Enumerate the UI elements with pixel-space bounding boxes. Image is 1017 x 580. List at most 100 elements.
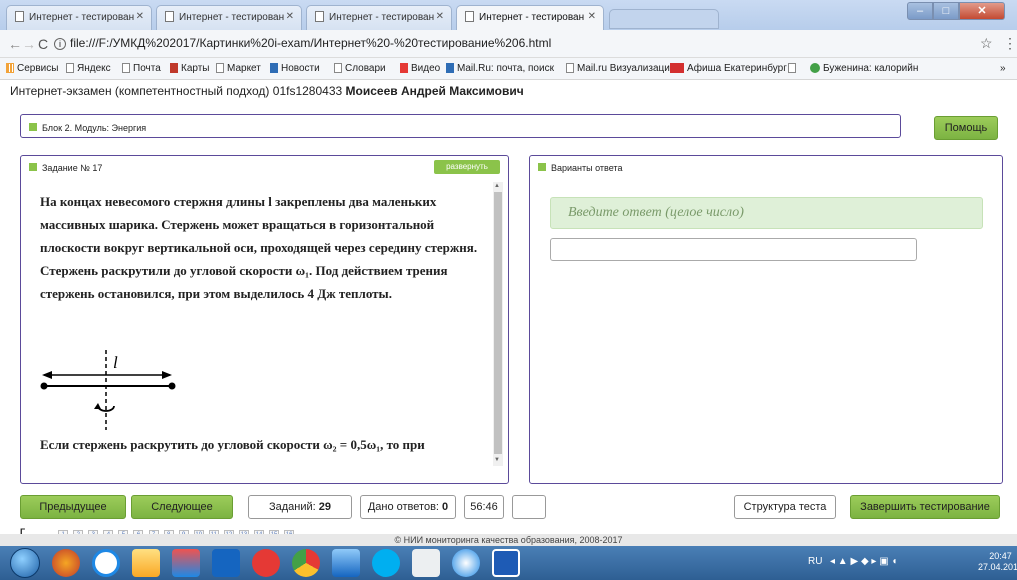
tasks-count-box: Заданий: 29 — [248, 495, 352, 519]
word-icon[interactable] — [492, 549, 520, 577]
info-icon[interactable]: i — [54, 38, 66, 50]
tray-icons[interactable]: ◂ ▲ ▶ ◆ ▸ ▣ ◖ — [830, 556, 897, 567]
file-explorer-icon[interactable] — [132, 549, 160, 577]
page-icon — [465, 11, 474, 22]
length-arrow-left-head — [42, 371, 52, 379]
start-button[interactable] — [10, 548, 40, 578]
browser-tab-4-active[interactable]: Интернет - тестирован ✕ — [456, 5, 604, 30]
green-square-icon — [29, 163, 37, 171]
bookmark-blank[interactable] — [788, 63, 799, 74]
scroll-down-icon[interactable]: ▼ — [494, 457, 500, 463]
forward-icon[interactable]: → — [22, 36, 36, 52]
tab-label: Интернет - тестирован — [29, 12, 135, 23]
menu-icon[interactable]: ⋮ — [1003, 35, 1017, 52]
clock-time: 20:47 — [989, 551, 1012, 561]
bookmark-mailru[interactable]: Mail.Ru: почта, поиск — [446, 63, 554, 74]
tasks-count-value: 29 — [318, 501, 332, 513]
more-bookmarks-icon[interactable]: » — [1000, 63, 1006, 74]
browser-tab-3[interactable]: Интернет - тестирован ✕ — [306, 5, 452, 30]
close-tab-icon[interactable]: ✕ — [436, 11, 444, 22]
help-button[interactable]: Помощь — [934, 116, 998, 140]
previous-button[interactable]: Предыдущее — [20, 495, 126, 519]
close-tab-icon[interactable]: ✕ — [286, 11, 294, 22]
bookmark-star-icon[interactable]: ☆ — [980, 35, 993, 52]
scroll-up-icon[interactable]: ▲ — [494, 183, 500, 189]
chrome-icon[interactable] — [292, 549, 320, 577]
answer-hint: Введите ответ (целое число) — [550, 197, 983, 229]
play-icon — [400, 63, 408, 73]
bookmark-news[interactable]: Новости — [270, 63, 320, 74]
blank-button[interactable] — [512, 495, 546, 519]
right-ball — [168, 382, 176, 390]
paint-icon[interactable] — [172, 549, 200, 577]
bookmark-dictionaries[interactable]: Словари — [334, 63, 386, 74]
expand-button[interactable]: развернуть — [434, 160, 500, 174]
task-text-part2: Если стержень раскрутить до угловой скор… — [40, 437, 425, 463]
green-square-icon — [29, 123, 37, 131]
left-ball — [40, 382, 48, 390]
app-icon[interactable] — [452, 549, 480, 577]
browser-tab-1[interactable]: Интернет - тестирован ✕ — [6, 5, 152, 30]
exam-header: Интернет-экзамен (компетентностный подхо… — [10, 84, 524, 98]
close-window-button[interactable]: ✕ — [959, 2, 1005, 20]
length-arrow-right-head — [162, 371, 172, 379]
rotation-arrow-head — [94, 403, 101, 409]
skype-icon[interactable] — [372, 549, 400, 577]
opera-icon[interactable] — [252, 549, 280, 577]
bookmark-market[interactable]: Маркет — [216, 63, 261, 74]
tab-label: Интернет - тестирован — [329, 12, 435, 23]
clock[interactable]: 20:47 27.04.2017 — [978, 551, 1017, 573]
next-button[interactable]: Следующее — [131, 495, 233, 519]
bookmark-mailru-visual[interactable]: Mail.ru Визуализаци — [566, 63, 670, 74]
page-icon — [315, 11, 324, 22]
close-tab-icon[interactable]: ✕ — [588, 11, 596, 22]
tab-label: Интернет - тестирован — [479, 12, 585, 23]
maximize-button[interactable]: □ — [933, 2, 959, 20]
language-indicator[interactable]: RU — [808, 556, 822, 567]
clock-date: 27.04.2017 — [978, 562, 1017, 572]
app-icon[interactable] — [332, 549, 360, 577]
block-panel: Блок 2. Модуль: Энергия — [20, 114, 901, 138]
student-name: Моисеев Андрей Максимович — [345, 84, 524, 98]
rod-diagram: l — [40, 350, 176, 430]
bookmark-afisha[interactable]: Афиша Екатеринбург — [670, 63, 787, 74]
answered-count-label: Дано ответов: — [367, 501, 439, 513]
page-icon — [216, 63, 224, 73]
task-title-row: Задание № 17 — [29, 162, 102, 174]
url-field[interactable]: i file:///F:/УМКД%202017/Картинки%20i-exa… — [54, 36, 551, 50]
bookmark-mail[interactable]: Почта — [122, 63, 161, 74]
green-square-icon — [538, 163, 546, 171]
page-icon — [122, 63, 130, 73]
media-player-icon[interactable] — [52, 549, 80, 577]
test-structure-button[interactable]: Структура теста — [734, 495, 836, 519]
bookmark-services[interactable]: Сервисы — [6, 63, 58, 74]
e1-icon — [670, 63, 684, 73]
app-icon[interactable] — [212, 549, 240, 577]
task-text-part1: На концах невесомого стержня длины l зак… — [40, 194, 478, 301]
browser-tab-bar: Интернет - тестирован ✕ Интернет - тестир… — [0, 0, 1017, 30]
calculator-icon[interactable] — [412, 549, 440, 577]
bookmark-buzhenina[interactable]: Буженина: калорийн — [810, 63, 918, 74]
grid-icon — [6, 63, 14, 73]
finish-test-button[interactable]: Завершить тестирование — [850, 495, 1000, 519]
new-tab-button[interactable] — [609, 9, 719, 29]
reload-icon[interactable]: C — [38, 36, 48, 52]
close-tab-icon[interactable]: ✕ — [136, 11, 144, 22]
answer-input[interactable] — [550, 238, 917, 261]
minimize-button[interactable]: – — [907, 2, 933, 20]
mailru-icon — [446, 63, 454, 73]
address-bar: ← → C i file:///F:/УМКД%202017/Картинки%2… — [0, 30, 1017, 58]
timer: 56:46 — [464, 495, 504, 519]
answers-title: Варианты ответа — [551, 163, 623, 173]
bookmark-video[interactable]: Видео — [400, 63, 440, 74]
page-icon — [788, 63, 796, 73]
tasks-count-label: Заданий: — [268, 501, 316, 513]
green-circle-icon — [810, 63, 820, 73]
task-scroll-thumb[interactable] — [494, 192, 502, 454]
bookmark-maps[interactable]: Карты — [170, 63, 210, 74]
page-icon — [15, 11, 24, 22]
internet-explorer-icon[interactable] — [92, 549, 120, 577]
back-icon[interactable]: ← — [8, 36, 22, 52]
browser-tab-2[interactable]: Интернет - тестирован ✕ — [156, 5, 302, 30]
bookmark-yandex[interactable]: Яндекс — [66, 63, 111, 74]
